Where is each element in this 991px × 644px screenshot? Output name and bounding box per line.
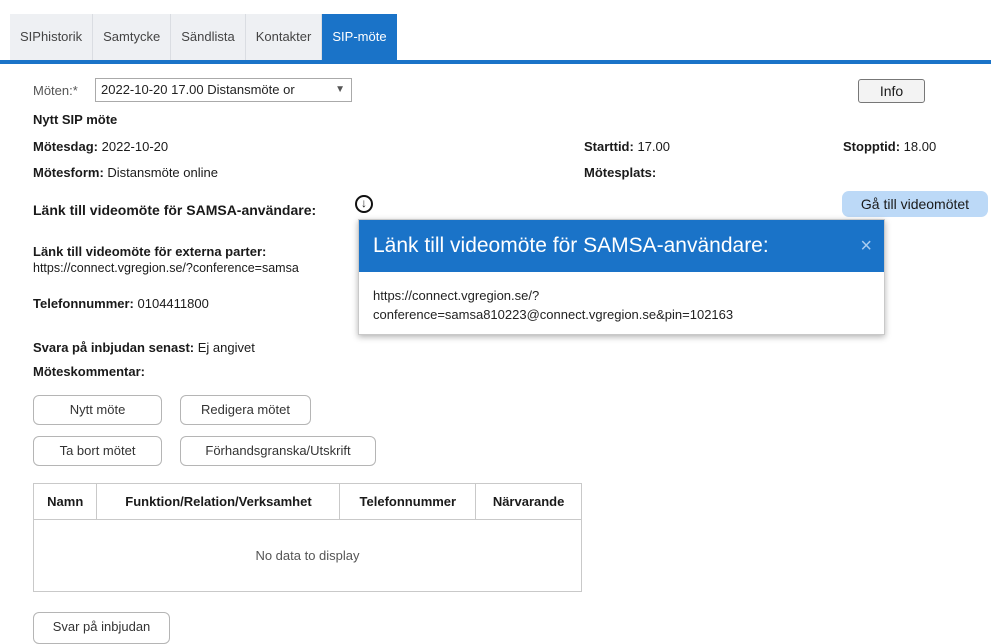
empty-table-message: No data to display [33, 519, 582, 592]
reply-deadline-label: Svara på inbjudan senast: [33, 340, 195, 355]
preview-print-button[interactable]: Förhandsgranska/Utskrift [180, 436, 376, 466]
meeting-place-label: Mötesplats: [584, 165, 657, 180]
start-time: Starttid: 17.00 [584, 139, 670, 154]
tab-bar: SIPhistorik Samtycke Sändlista Kontakter… [0, 0, 991, 64]
phone-value: 0104411800 [137, 296, 209, 311]
samsa-link-label: Länk till videomöte för SAMSA-användare: [33, 202, 317, 218]
reply-deadline: Svara på inbjudan senast: Ej angivet [33, 340, 255, 355]
column-header-name[interactable]: Namn [32, 483, 98, 520]
delete-meeting-button[interactable]: Ta bort mötet [33, 436, 162, 466]
tab-sip-mote[interactable]: SIP-möte [322, 14, 397, 60]
external-link-label: Länk till videomöte för externa parter: [33, 244, 267, 259]
meeting-select-value: 2022-10-20 17.00 Distansmöte or [101, 82, 295, 97]
page-title: Nytt SIP möte [33, 112, 118, 127]
popup-link-line-2[interactable]: conference=samsa810223@connect.vgregion.… [373, 305, 870, 324]
go-to-video-button[interactable]: Gå till videomötet [842, 191, 988, 217]
column-header-present[interactable]: Närvarande [475, 483, 582, 520]
stop-time-label: Stopptid: [843, 139, 901, 154]
phone-number: Telefonnummer: 0104411800 [33, 296, 209, 311]
close-icon[interactable]: × [860, 220, 872, 272]
samsa-link-popup: Länk till videomöte för SAMSA-användare:… [358, 219, 885, 335]
meeting-select[interactable]: 2022-10-20 17.00 Distansmöte or ▼ [95, 78, 352, 102]
tab-kontakter[interactable]: Kontakter [246, 14, 323, 60]
meeting-date: Mötesdag: 2022-10-20 [33, 139, 168, 154]
edit-meeting-button[interactable]: Redigera mötet [180, 395, 311, 425]
popup-link-line-1[interactable]: https://connect.vgregion.se/? [373, 286, 870, 305]
stop-time-value: 18.00 [903, 139, 937, 154]
table-header-row: Namn Funktion/Relation/Verksamhet Telefo… [32, 483, 582, 520]
reply-invitation-button[interactable]: Svar på inbjudan [33, 612, 170, 644]
tab-siphistorik[interactable]: SIPhistorik [10, 14, 94, 60]
reply-deadline-value: Ej angivet [197, 340, 255, 355]
tab-strip: SIPhistorik Samtycke Sändlista Kontakter… [10, 14, 397, 60]
start-time-value: 17.00 [637, 139, 671, 154]
chevron-down-icon: ▼ [335, 84, 345, 95]
stop-time: Stopptid: 18.00 [843, 139, 936, 154]
start-time-label: Starttid: [584, 139, 634, 154]
meeting-form-label: Mötesform: [33, 165, 104, 180]
table-row: No data to display [33, 519, 582, 592]
tab-sandlista[interactable]: Sändlista [171, 14, 246, 60]
meeting-date-label: Mötesdag: [33, 139, 98, 154]
new-meeting-button[interactable]: Nytt möte [33, 395, 162, 425]
meeting-date-value: 2022-10-20 [101, 139, 169, 154]
column-header-function[interactable]: Funktion/Relation/Verksamhet [96, 483, 341, 520]
popup-title: Länk till videomöte för SAMSA-användare: [373, 234, 769, 257]
popup-header: Länk till videomöte för SAMSA-användare:… [359, 220, 884, 272]
external-link-value[interactable]: https://connect.vgregion.se/?conference=… [33, 261, 299, 275]
column-header-phone[interactable]: Telefonnummer [339, 483, 477, 520]
download-icon[interactable]: ↓ [355, 195, 373, 213]
participants-table: Namn Funktion/Relation/Verksamhet Telefo… [32, 483, 582, 592]
popup-body: https://connect.vgregion.se/? conference… [359, 272, 884, 324]
tab-samtycke[interactable]: Samtycke [93, 14, 172, 60]
meeting-comment-label: Möteskommentar: [33, 364, 145, 379]
phone-label: Telefonnummer: [33, 296, 134, 311]
meeting-select-label: Möten:* [33, 83, 78, 98]
meeting-form-value: Distansmöte online [107, 165, 218, 180]
tab-underline [0, 60, 991, 64]
info-button[interactable]: Info [858, 79, 925, 103]
meeting-form: Mötesform: Distansmöte online [33, 165, 218, 180]
